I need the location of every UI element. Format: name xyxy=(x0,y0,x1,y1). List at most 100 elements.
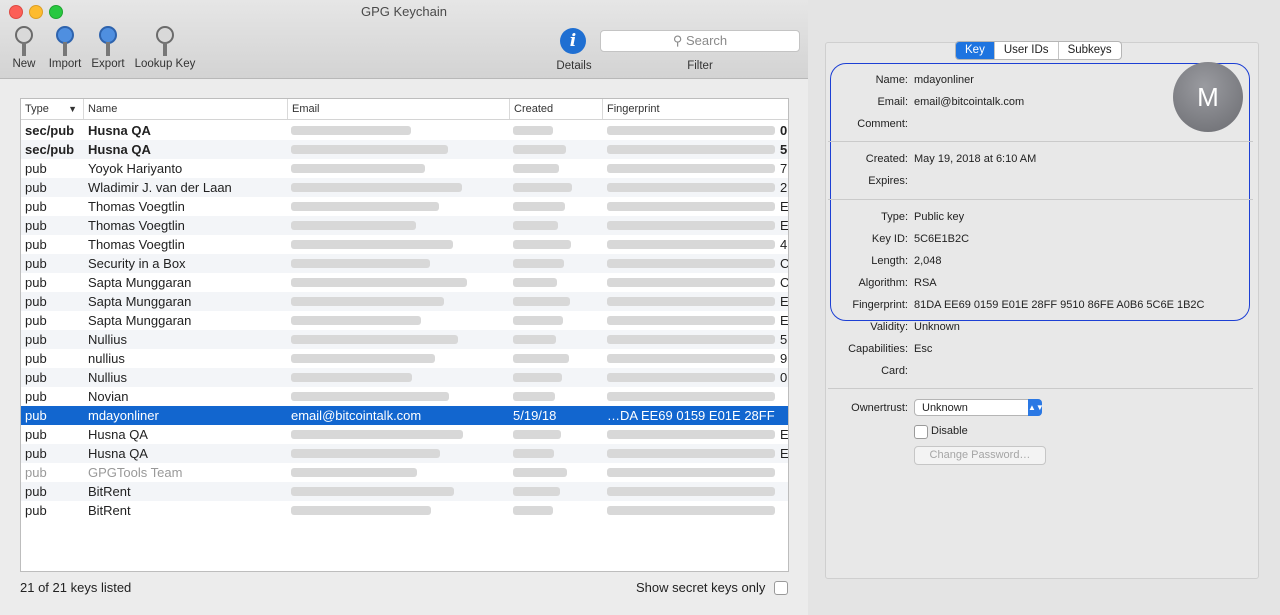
export-label: Export xyxy=(91,58,125,70)
table-row[interactable]: pub Husna QA E xyxy=(21,444,788,463)
redacted-value xyxy=(513,278,557,287)
redacted-value xyxy=(291,297,444,306)
redacted-value xyxy=(607,278,775,287)
table-row[interactable]: pub Thomas Voegtlin 4 xyxy=(21,235,788,254)
redacted-value xyxy=(291,430,463,439)
change-password-button[interactable]: Change Password… xyxy=(914,446,1046,465)
tab-key[interactable]: Key xyxy=(956,42,995,59)
table-row[interactable]: pub mdayonliner email@bitcointalk.com 5/19/… xyxy=(21,406,788,425)
ownertrust-popup[interactable]: Unknown ▲▼ xyxy=(914,399,1044,416)
cell-fingerprint: …DA EE69 0159 E01E 28FF xyxy=(607,408,775,423)
redacted-value xyxy=(291,202,439,211)
ownertrust-value: Unknown xyxy=(922,402,968,414)
column-header-created[interactable]: Created xyxy=(510,99,603,119)
email-value: email@bitcointalk.com xyxy=(914,96,1025,108)
redacted-value xyxy=(607,316,775,325)
table-row[interactable]: pub Thomas Voegtlin E xyxy=(21,216,788,235)
redacted-value xyxy=(513,335,556,344)
chevron-down-icon: ▼ xyxy=(68,104,77,114)
export-button[interactable]: Export xyxy=(89,24,127,70)
table-row[interactable]: pub Nullius 0 xyxy=(21,368,788,387)
redacted-value xyxy=(291,316,421,325)
cell-type: sec/pub xyxy=(25,123,75,138)
table-row[interactable]: pub Sapta Munggaran C xyxy=(21,273,788,292)
redacted-value xyxy=(607,221,775,230)
table-row[interactable]: pub Security in a Box C xyxy=(21,254,788,273)
table-row[interactable]: pub Novian xyxy=(21,387,788,406)
capabilities-label: Capabilities: xyxy=(848,343,908,355)
column-header-fingerprint[interactable]: Fingerprint xyxy=(603,99,788,119)
table-row[interactable]: pub Husna QA E xyxy=(21,425,788,444)
table-row[interactable]: pub Wladimir J. van der Laan 2 xyxy=(21,178,788,197)
tab-user-ids[interactable]: User IDs xyxy=(995,42,1059,59)
cell-name: Nullius xyxy=(88,370,128,385)
redacted-value xyxy=(291,373,412,382)
redacted-value xyxy=(291,449,440,458)
expires-label: Expires: xyxy=(868,175,908,187)
cell-name: Thomas Voegtlin xyxy=(88,199,185,214)
cell-name: Yoyok Hariyanto xyxy=(88,161,183,176)
search-field[interactable]: ⚲ Search xyxy=(600,30,800,52)
column-header-type[interactable]: Type ▼ xyxy=(21,99,84,119)
avatar: M xyxy=(1173,62,1243,132)
key-list-table[interactable]: Type ▼ Name Email Created Fingerprint se… xyxy=(20,98,789,572)
name-value: mdayonliner xyxy=(914,74,974,86)
redacted-value xyxy=(291,221,416,230)
table-row[interactable]: pub nullius 9 xyxy=(21,349,788,368)
table-row[interactable]: pub Thomas Voegtlin E xyxy=(21,197,788,216)
cell-fingerprint-tail: 7 xyxy=(780,161,788,176)
cell-fingerprint-tail: E xyxy=(780,218,788,233)
disable-checkbox[interactable] xyxy=(914,425,928,439)
cell-type: pub xyxy=(25,446,47,461)
redacted-value xyxy=(607,392,775,401)
cell-fingerprint-tail: E xyxy=(780,199,788,214)
cell-created: 5/19/18 xyxy=(513,408,557,423)
table-row[interactable]: pub GPGTools Team xyxy=(21,463,788,482)
redacted-value xyxy=(607,468,775,477)
table-row[interactable]: pub Yoyok Hariyanto 7 xyxy=(21,159,788,178)
keys-count: 21 of 21 keys listed xyxy=(20,580,132,595)
cell-name: Thomas Voegtlin xyxy=(88,237,185,252)
tab-subkeys[interactable]: Subkeys xyxy=(1059,42,1121,59)
cell-name: Husna QA xyxy=(88,446,148,461)
cell-fingerprint-tail: 9 xyxy=(780,351,788,366)
table-row[interactable]: pub Sapta Munggaran E xyxy=(21,311,788,330)
table-header: Type ▼ Name Email Created Fingerprint xyxy=(21,99,788,120)
redacted-value xyxy=(513,468,567,477)
redacted-value xyxy=(607,335,775,344)
table-row[interactable]: sec/pub Husna QA 0 xyxy=(21,121,788,140)
table-row[interactable]: pub BitRent xyxy=(21,482,788,501)
cell-type: pub xyxy=(25,427,47,442)
comment-label: Comment: xyxy=(857,118,908,130)
lookup-key-button[interactable]: Lookup Key xyxy=(134,24,196,70)
cell-fingerprint-tail: 4 xyxy=(780,237,788,252)
redacted-value xyxy=(513,449,554,458)
table-row[interactable]: pub Sapta Munggaran E xyxy=(21,292,788,311)
redacted-value xyxy=(513,164,559,173)
redacted-value xyxy=(513,430,561,439)
window-title: GPG Keychain xyxy=(361,4,447,19)
show-secret-checkbox[interactable] xyxy=(774,581,788,595)
redacted-value xyxy=(607,297,775,306)
column-header-name[interactable]: Name xyxy=(84,99,288,119)
divider xyxy=(828,388,1253,389)
redacted-value xyxy=(513,202,565,211)
table-row[interactable]: pub Nullius 5 xyxy=(21,330,788,349)
title-toolbar: GPG Keychain New Import Export Lookup Ke… xyxy=(0,0,808,79)
import-button[interactable]: Import xyxy=(46,24,84,70)
cell-fingerprint-tail: 5 xyxy=(780,142,788,157)
redacted-value xyxy=(607,145,775,154)
redacted-value xyxy=(291,487,454,496)
column-header-email[interactable]: Email xyxy=(288,99,510,119)
cell-type: pub xyxy=(25,370,47,385)
redacted-value xyxy=(513,487,560,496)
redacted-value xyxy=(291,126,411,135)
cell-name: Husna QA xyxy=(88,123,151,138)
cell-fingerprint-tail: C xyxy=(780,254,788,273)
table-row[interactable]: pub BitRent xyxy=(21,501,788,520)
redacted-value xyxy=(291,183,462,192)
redacted-value xyxy=(291,240,453,249)
info-icon[interactable]: i xyxy=(560,28,586,54)
new-key-button[interactable]: New xyxy=(8,24,40,70)
table-row[interactable]: sec/pub Husna QA 5 xyxy=(21,140,788,159)
